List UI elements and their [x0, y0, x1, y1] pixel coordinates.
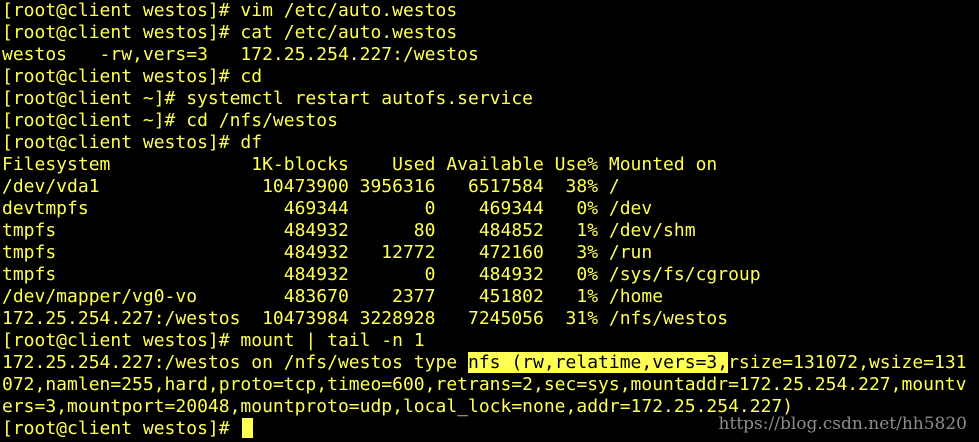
terminal-line: [root@client westos]# cd: [2, 66, 263, 87]
terminal-window[interactable]: [root@client westos]# vim /etc/auto.west…: [2, 0, 979, 442]
terminal-line: [root@client westos]# vim /etc/auto.west…: [2, 0, 458, 21]
terminal-line: [root@client westos]# df: [2, 132, 263, 153]
watermark: https://blog.csdn.net/hh5820: [718, 414, 967, 434]
df-row: devtmpfs 469344 0 469344 0% /dev: [2, 198, 653, 219]
df-row: tmpfs 484932 0 484932 0% /sys/fs/cgroup: [2, 264, 761, 285]
df-row: 172.25.254.227:/westos 10473984 3228928 …: [2, 308, 729, 329]
mount-output-line: 172.25.254.227:/westos on /nfs/westos ty…: [2, 352, 979, 374]
df-row: tmpfs 484932 80 484852 1% /dev/shm: [2, 220, 696, 241]
terminal-line: [root@client westos]# mount | tail -n 1: [2, 330, 425, 351]
df-row: /dev/mapper/vg0-vo 483670 2377 451802 1%…: [2, 286, 664, 307]
df-header-line: Filesystem 1K-blocks Used Available Use%…: [2, 154, 718, 175]
df-row: /dev/vda1 10473900 3956316 6517584 38% /: [2, 176, 620, 197]
highlighted-selection: nfs (rw,relatime,vers=3,: [468, 352, 729, 373]
mount-output-text: rsize=131072,wsize=131: [728, 352, 967, 373]
mount-output-text: 172.25.254.227:/westos on /nfs/westos ty…: [2, 352, 468, 373]
shell-prompt: [root@client westos]#: [2, 418, 241, 439]
mount-output-line: 072,namlen=255,hard,proto=tcp,timeo=600,…: [2, 374, 967, 395]
terminal-line: [root@client ~]# systemctl restart autof…: [2, 88, 534, 109]
terminal-line: [root@client westos]# cat /etc/auto.west…: [2, 22, 458, 43]
df-row: tmpfs 484932 12772 472160 3% /run: [2, 242, 653, 263]
terminal-cursor: [242, 418, 254, 438]
terminal-line: westos -rw,vers=3 172.25.254.227:/westos: [2, 44, 479, 65]
terminal-line: [root@client ~]# cd /nfs/westos: [2, 110, 338, 131]
